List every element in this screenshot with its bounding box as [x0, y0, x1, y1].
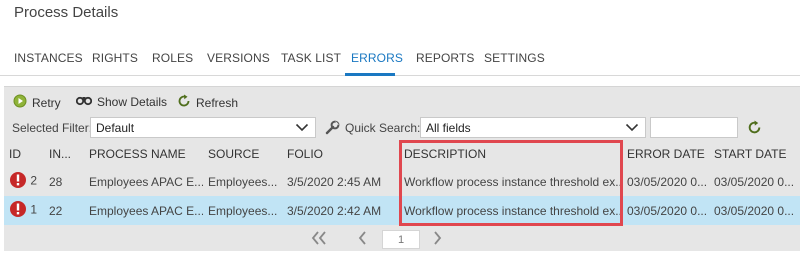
binoculars-icon [75, 94, 93, 109]
chevron-down-icon [625, 120, 639, 137]
selected-filter-value: Default [96, 121, 135, 135]
cell-description: Workflow process instance threshold ex..… [399, 196, 622, 225]
tab-errors[interactable]: ERRORS [351, 51, 403, 65]
table-row[interactable]: 2 28 Employees APAC E... Employees... 3/… [4, 167, 800, 196]
column-header-instance[interactable]: IN... [44, 141, 84, 167]
cell-instance: 28 [44, 167, 84, 196]
quick-search-field-value: All fields [426, 121, 471, 135]
next-page-icon[interactable] [432, 230, 444, 251]
column-header-error-date[interactable]: ERROR DATE [622, 141, 709, 167]
cell-start-date: 03/05/2020 0... [709, 196, 800, 225]
error-icon [9, 171, 27, 192]
refresh-label: Refresh [196, 95, 239, 110]
column-header-process-name[interactable]: PROCESS NAME [84, 141, 203, 167]
row-id: 1 [30, 202, 38, 217]
cell-process-name: Employees APAC E... [84, 196, 203, 225]
play-circle-icon [13, 94, 27, 111]
cell-id: 2 [4, 167, 44, 196]
previous-page-icon[interactable] [356, 230, 368, 251]
tab-versions[interactable]: VERSIONS [207, 51, 270, 65]
selected-filter-select[interactable]: Default [90, 117, 316, 138]
column-header-start-date[interactable]: START DATE [709, 141, 800, 167]
tab-instances[interactable]: INSTANCES [14, 51, 83, 65]
tab-settings[interactable]: SETTINGS [484, 51, 545, 65]
cell-error-date: 03/05/2020 0... [622, 167, 709, 196]
cell-instance: 22 [44, 196, 84, 225]
errors-panel: Retry Show Details Refresh Selected Filt… [4, 86, 800, 251]
quick-search-field-select[interactable]: All fields [420, 117, 646, 138]
row-id: 2 [30, 173, 38, 188]
retry-label: Retry [32, 95, 61, 110]
cell-source: Employees... [203, 167, 282, 196]
tab-reports[interactable]: REPORTS [416, 51, 475, 65]
quick-search-input[interactable] [650, 117, 738, 138]
tab-bar: INSTANCES RIGHTS ROLES VERSIONS TASK LIS… [0, 44, 800, 76]
pager: 1 [4, 227, 800, 252]
cell-source: Employees... [203, 196, 282, 225]
error-icon [9, 200, 27, 221]
cell-id: 1 [4, 196, 44, 225]
page-number-input[interactable]: 1 [382, 230, 420, 249]
column-header-description[interactable]: DESCRIPTION [399, 141, 622, 167]
cell-description: Workflow process instance threshold ex..… [399, 167, 622, 196]
quick-search-label: Quick Search: [345, 121, 421, 135]
cell-folio: 3/5/2020 2:42 AM [282, 196, 399, 225]
tab-rights[interactable]: RIGHTS [92, 51, 138, 65]
show-details-label: Show Details [97, 94, 168, 109]
refresh-button[interactable]: Refresh [177, 94, 238, 111]
cell-folio: 3/5/2020 2:45 AM [282, 167, 399, 196]
search-refresh-icon[interactable] [747, 120, 762, 138]
active-tab-indicator [345, 73, 395, 76]
table-header-row: ID IN... PROCESS NAME SOURCE FOLIO DESCR… [4, 141, 800, 167]
show-details-button[interactable]: Show Details [75, 94, 168, 109]
column-header-folio[interactable]: FOLIO [282, 141, 399, 167]
refresh-icon [177, 94, 191, 111]
page-title: Process Details [14, 4, 119, 21]
filter-row: Selected Filter: Default Quick Search: A… [4, 115, 800, 141]
first-page-icon[interactable] [310, 230, 328, 251]
tab-task-list[interactable]: TASK LIST [281, 51, 341, 65]
errors-table: ID IN... PROCESS NAME SOURCE FOLIO DESCR… [4, 141, 800, 225]
retry-button[interactable]: Retry [13, 94, 61, 111]
selected-filter-label: Selected Filter: [12, 121, 93, 135]
cell-start-date: 03/05/2020 0... [709, 167, 800, 196]
column-header-id[interactable]: ID [4, 141, 44, 167]
tab-roles[interactable]: ROLES [152, 51, 193, 65]
table-row[interactable]: 1 22 Employees APAC E... Employees... 3/… [4, 196, 800, 225]
toolbar: Retry Show Details Refresh [4, 87, 800, 115]
cell-error-date: 03/05/2020 0... [622, 196, 709, 225]
column-header-source[interactable]: SOURCE [203, 141, 282, 167]
chevron-down-icon [295, 120, 309, 137]
wrench-icon [325, 120, 340, 138]
cell-process-name: Employees APAC E... [84, 167, 203, 196]
